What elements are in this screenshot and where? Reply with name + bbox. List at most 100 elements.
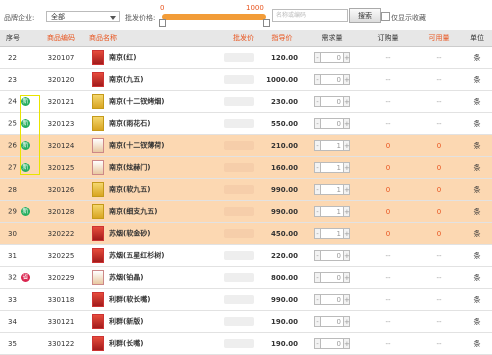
table-row[interactable]: 33 330118 利群(软长嘴) 990.00-0 + -- -- 条 [0, 288, 492, 311]
quantity-value[interactable]: 0 [321, 96, 343, 107]
col-wholesale-price[interactable]: 批发价 [198, 30, 260, 47]
quantity-value[interactable]: 1 [321, 228, 343, 239]
product-thumbnail[interactable] [92, 248, 104, 263]
increment-button[interactable]: + [343, 162, 350, 173]
product-thumbnail[interactable] [92, 204, 104, 219]
col-name[interactable]: 商品名称 [88, 30, 198, 47]
product-name[interactable]: 苏烟(五星红杉树) [109, 252, 164, 260]
demand-cell: -0 + [304, 310, 360, 333]
product-name[interactable]: 南京(红) [109, 54, 136, 62]
product-thumbnail[interactable] [92, 138, 104, 153]
product-thumbnail[interactable] [92, 270, 104, 285]
quantity-value[interactable]: 0 [321, 338, 343, 349]
increment-button[interactable]: + [343, 294, 350, 305]
table-row[interactable]: 22 320107 南京(红) 120.00-0 + -- -- 条 [0, 46, 492, 69]
quantity-value[interactable]: 0 [321, 250, 343, 261]
product-name[interactable]: 南京(炫赫门) [109, 164, 150, 172]
decrement-button[interactable]: - [314, 140, 321, 151]
product-thumbnail[interactable] [92, 160, 104, 175]
col-code[interactable]: 商品编码 [34, 30, 88, 47]
table-row[interactable]: 25 新 320123 南京(雨花石) 550.00-0 + -- -- 条 [0, 112, 492, 135]
table-row[interactable]: 28 320126 南京(软九五) 990.00-1 +0 0 条 [0, 178, 492, 201]
quantity-value[interactable]: 0 [321, 272, 343, 283]
table-row[interactable]: 26 新 320124 南京(十二钗薄荷) 210.00-1 +0 0 条 [0, 134, 492, 157]
product-thumbnail[interactable] [92, 292, 104, 307]
product-name[interactable]: 利群(新版) [109, 318, 143, 326]
decrement-button[interactable]: - [314, 206, 321, 217]
product-name[interactable]: 利群(长嘴) [109, 340, 143, 348]
decrement-button[interactable]: - [314, 228, 321, 239]
increment-button[interactable]: + [343, 52, 350, 63]
product-name[interactable]: 苏烟(铂晶) [109, 274, 143, 282]
product-thumbnail[interactable] [92, 336, 104, 351]
product-thumbnail[interactable] [92, 314, 104, 329]
decrement-button[interactable]: - [314, 272, 321, 283]
decrement-button[interactable]: - [314, 338, 321, 349]
increment-button[interactable]: + [343, 338, 350, 349]
decrement-button[interactable]: - [314, 294, 321, 305]
product-name[interactable]: 苏烟(软金砂) [109, 230, 150, 238]
decrement-button[interactable]: - [314, 118, 321, 129]
quantity-value[interactable]: 0 [321, 52, 343, 63]
quantity-value[interactable]: 1 [321, 140, 343, 151]
table-row[interactable]: 30 320222 苏烟(软金砂) 450.00-1 +0 0 条 [0, 222, 492, 245]
table-row[interactable]: 24 新 320121 南京(十二钗烤烟) 230.00-0 + -- -- 条 [0, 90, 492, 113]
increment-button[interactable]: + [343, 206, 350, 217]
search-input[interactable]: 名称或编码 [272, 9, 348, 22]
product-name-cell: 利群(软长嘴) [88, 288, 198, 311]
increment-button[interactable]: + [343, 96, 350, 107]
brand-label: 品牌企业: [4, 14, 35, 22]
product-name[interactable]: 南京(软九五) [109, 186, 150, 194]
product-thumbnail[interactable] [92, 94, 104, 109]
product-name[interactable]: 利群(软长嘴) [109, 296, 150, 304]
price-slider-min-handle[interactable] [159, 19, 166, 27]
quantity-value[interactable]: 0 [321, 74, 343, 85]
table-row[interactable]: 29 新 320128 南京(细支九五) 990.00-1 +0 0 条 [0, 200, 492, 223]
ordered-qty: -- [360, 266, 416, 289]
decrement-button[interactable]: - [314, 162, 321, 173]
quantity-value[interactable]: 1 [321, 162, 343, 173]
product-thumbnail[interactable] [92, 182, 104, 197]
col-available[interactable]: 可用量 [416, 30, 462, 47]
product-thumbnail[interactable] [92, 72, 104, 87]
product-thumbnail[interactable] [92, 226, 104, 241]
quantity-value[interactable]: 0 [321, 118, 343, 129]
increment-button[interactable]: + [343, 272, 350, 283]
decrement-button[interactable]: - [314, 96, 321, 107]
table-row[interactable]: 31 320225 苏烟(五星红杉树) 220.00-0 + -- -- 条 [0, 244, 492, 267]
increment-button[interactable]: + [343, 118, 350, 129]
increment-button[interactable]: + [343, 74, 350, 85]
increment-button[interactable]: + [343, 228, 350, 239]
brand-select[interactable]: 全部 [46, 11, 120, 22]
increment-button[interactable]: + [343, 316, 350, 327]
decrement-button[interactable]: - [314, 250, 321, 261]
product-thumbnail[interactable] [92, 116, 104, 131]
favorites-checkbox[interactable] [381, 12, 390, 21]
product-thumbnail[interactable] [92, 50, 104, 65]
table-row[interactable]: 27 新 320125 南京(炫赫门) 160.00-1 +0 0 条 [0, 156, 492, 179]
decrement-button[interactable]: - [314, 74, 321, 85]
price-slider-max-handle[interactable] [263, 19, 270, 27]
increment-button[interactable]: + [343, 140, 350, 151]
quantity-value[interactable]: 1 [321, 206, 343, 217]
quantity-value[interactable]: 1 [321, 184, 343, 195]
quantity-value[interactable]: 0 [321, 316, 343, 327]
price-slider[interactable] [162, 14, 266, 20]
increment-button[interactable]: + [343, 250, 350, 261]
table-row[interactable]: 23 320120 南京(九五) 1000.00-0 + -- -- 条 [0, 68, 492, 91]
product-name[interactable]: 南京(细支九五) [109, 208, 157, 216]
table-row[interactable]: 34 330121 利群(新版) 190.00-0 + -- -- 条 [0, 310, 492, 333]
product-name[interactable]: 南京(十二钗薄荷) [109, 142, 164, 150]
quantity-value[interactable]: 0 [321, 294, 343, 305]
search-button[interactable]: 搜索 [349, 8, 381, 23]
product-name[interactable]: 南京(十二钗烤烟) [109, 98, 164, 106]
table-row[interactable]: 32 省 320229 苏烟(铂晶) 800.00-0 + -- -- 条 [0, 266, 492, 289]
col-guide-price[interactable]: 指导价 [260, 30, 304, 47]
increment-button[interactable]: + [343, 184, 350, 195]
decrement-button[interactable]: - [314, 316, 321, 327]
table-row[interactable]: 35 330122 利群(长嘴) 190.00-0 + -- -- 条 [0, 332, 492, 355]
product-name[interactable]: 南京(雨花石) [109, 120, 150, 128]
decrement-button[interactable]: - [314, 184, 321, 195]
product-name[interactable]: 南京(九五) [109, 76, 143, 84]
decrement-button[interactable]: - [314, 52, 321, 63]
